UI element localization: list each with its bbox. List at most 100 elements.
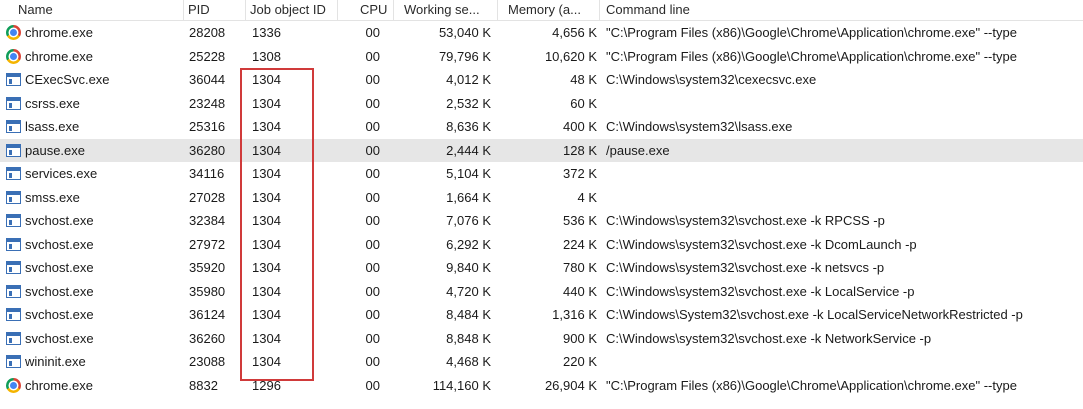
process-memory: 128 K [563, 142, 597, 158]
column-header-job-object-id[interactable]: Job object ID [246, 0, 338, 20]
app-icon [6, 167, 21, 181]
process-command-line: C:\Windows\System32\svchost.exe -k Local… [606, 307, 1023, 322]
process-cpu: 00 [365, 213, 380, 228]
process-cpu: 00 [365, 236, 380, 252]
process-command-line [606, 186, 1083, 209]
process-command-line: "C:\Program Files (x86)\Google\Chrome\Ap… [606, 377, 1017, 393]
app-icon [6, 284, 21, 298]
process-name-label: csrss.exe [25, 95, 80, 111]
process-row[interactable]: svchost.exe 36124 1304 00 8,484 K 1,316 K C:\W… [0, 303, 1083, 326]
process-working-set: 8,484 K [446, 307, 491, 322]
process-name: wininit.exe [6, 350, 186, 373]
process-row[interactable]: svchost.exe 27972 1304 00 6,292 K 224 K C:\Win… [0, 233, 1083, 256]
app-icon [6, 96, 21, 110]
process-name-label: svchost.exe [25, 260, 94, 275]
process-command-line: C:\Windows\system32\svchost.exe -k Netwo… [606, 330, 932, 346]
column-header-command-line[interactable]: Command line [600, 0, 1083, 20]
process-row[interactable]: wininit.exe 23088 1304 00 4,468 K 220 K [0, 350, 1083, 373]
app-icon [6, 120, 21, 134]
process-row[interactable]: pause.exe 36280 1304 00 2,444 K 128 K/pause.e… [0, 138, 1083, 162]
process-memory: 440 K [563, 283, 597, 299]
process-cpu: 00 [365, 377, 380, 393]
column-header-working-set[interactable]: Working se... [394, 0, 498, 20]
process-memory: 400 K [563, 119, 597, 134]
column-header-memory[interactable]: Memory (a... [498, 0, 600, 20]
process-memory: 10,620 K [544, 48, 597, 64]
process-name: svchost.exe [6, 233, 186, 256]
process-name: svchost.exe [6, 280, 186, 303]
process-cpu: 00 [365, 189, 380, 205]
process-cpu: 00 [365, 354, 380, 369]
process-row[interactable]: svchost.exe 32384 1304 00 7,076 K 536 K C:\Win… [0, 209, 1083, 232]
process-working-set: 2,444 K [446, 142, 491, 158]
process-cpu: 00 [365, 25, 380, 40]
process-cpu: 00 [365, 283, 380, 299]
chrome-icon [6, 48, 21, 64]
process-memory: 4,656 K [552, 25, 597, 40]
process-job-object-id: 1304 [252, 166, 281, 181]
process-name: lsass.exe [6, 115, 186, 138]
process-job-object-id: 1304 [252, 354, 281, 369]
app-icon [6, 331, 21, 345]
process-name-label: pause.exe [25, 142, 85, 158]
process-row[interactable]: chrome.exe 25228 1308 00 79,796 K 10,620 K "C:… [0, 45, 1083, 68]
process-cpu: 00 [365, 260, 380, 275]
process-row[interactable]: svchost.exe 35920 1304 00 9,840 K 780 K C:\Win… [0, 256, 1083, 279]
process-working-set: 4,720 K [446, 283, 491, 299]
app-icon [6, 237, 21, 251]
process-name-label: svchost.exe [25, 283, 94, 299]
process-memory: 780 K [563, 260, 597, 275]
process-pid: 8832 [189, 377, 218, 393]
process-job-object-id: 1296 [252, 377, 281, 393]
process-row[interactable]: csrss.exe 23248 1304 00 2,532 K 60 K [0, 92, 1083, 115]
process-memory: 4 K [577, 189, 597, 205]
process-working-set: 8,848 K [446, 330, 491, 346]
process-name-label: smss.exe [25, 189, 80, 205]
process-row[interactable]: CExecSvc.exe 36044 1304 00 4,012 K 48 K C:\Win… [0, 68, 1083, 91]
process-name: csrss.exe [6, 92, 186, 115]
process-job-object-id: 1304 [252, 189, 281, 205]
column-header-name[interactable]: Name [0, 0, 184, 20]
process-working-set: 7,076 K [446, 213, 491, 228]
process-memory: 48 K [570, 72, 597, 87]
process-working-set: 6,292 K [446, 236, 491, 252]
process-command-line: "C:\Program Files (x86)\Google\Chrome\Ap… [606, 25, 1017, 40]
process-memory: 536 K [563, 213, 597, 228]
process-working-set: 4,468 K [446, 354, 491, 369]
column-header-pid[interactable]: PID [184, 0, 246, 20]
process-name-label: svchost.exe [25, 213, 94, 228]
process-working-set: 1,664 K [446, 189, 491, 205]
column-header-row: Name PID Job object ID CPU Working se...… [0, 0, 1083, 21]
process-row[interactable]: chrome.exe 28208 1336 00 53,040 K 4,656 K "C:\… [0, 21, 1083, 44]
process-cpu: 00 [365, 95, 380, 111]
process-row[interactable]: lsass.exe 25316 1304 00 8,636 K 400 K C:\Windo… [0, 115, 1083, 138]
process-cpu: 00 [365, 48, 380, 64]
process-command-line: C:\Windows\system32\svchost.exe -k Local… [606, 283, 915, 299]
process-pid: 27972 [189, 236, 226, 252]
process-working-set: 9,840 K [446, 260, 491, 275]
process-row[interactable]: chrome.exe 8832 1296 00 114,160 K 26,904 K "C:… [0, 374, 1083, 397]
process-job-object-id: 1304 [252, 307, 281, 322]
process-working-set: 4,012 K [446, 72, 491, 87]
process-name-label: services.exe [25, 166, 98, 181]
process-row[interactable]: smss.exe 27028 1304 00 1,664 K 4 K [0, 186, 1083, 209]
process-name: chrome.exe [6, 21, 186, 44]
process-job-object-id: 1308 [252, 48, 281, 64]
column-header-cpu[interactable]: CPU [338, 0, 394, 20]
process-row[interactable]: services.exe 34116 1304 00 5,104 K 372 K [0, 162, 1083, 185]
process-name-label: CExecSvc.exe [25, 72, 110, 87]
process-command-line: C:\Windows\system32\svchost.exe -k DcomL… [606, 236, 917, 252]
process-name: svchost.exe [6, 303, 186, 326]
process-row[interactable]: svchost.exe 35980 1304 00 4,720 K 440 K C:\Win… [0, 280, 1083, 303]
app-icon [6, 261, 21, 275]
process-command-line: /pause.exe [606, 142, 670, 158]
process-cpu: 00 [365, 307, 380, 322]
app-icon [6, 143, 21, 157]
process-row[interactable]: svchost.exe 36260 1304 00 8,848 K 900 K C:\Win… [0, 327, 1083, 350]
app-icon [6, 73, 21, 87]
process-job-object-id: 1304 [252, 119, 281, 134]
process-working-set: 53,040 K [438, 25, 491, 40]
process-memory: 26,904 K [544, 377, 597, 393]
process-job-object-id: 1304 [252, 142, 281, 158]
process-command-line: C:\Windows\system32\svchost.exe -k netsv… [606, 260, 885, 275]
